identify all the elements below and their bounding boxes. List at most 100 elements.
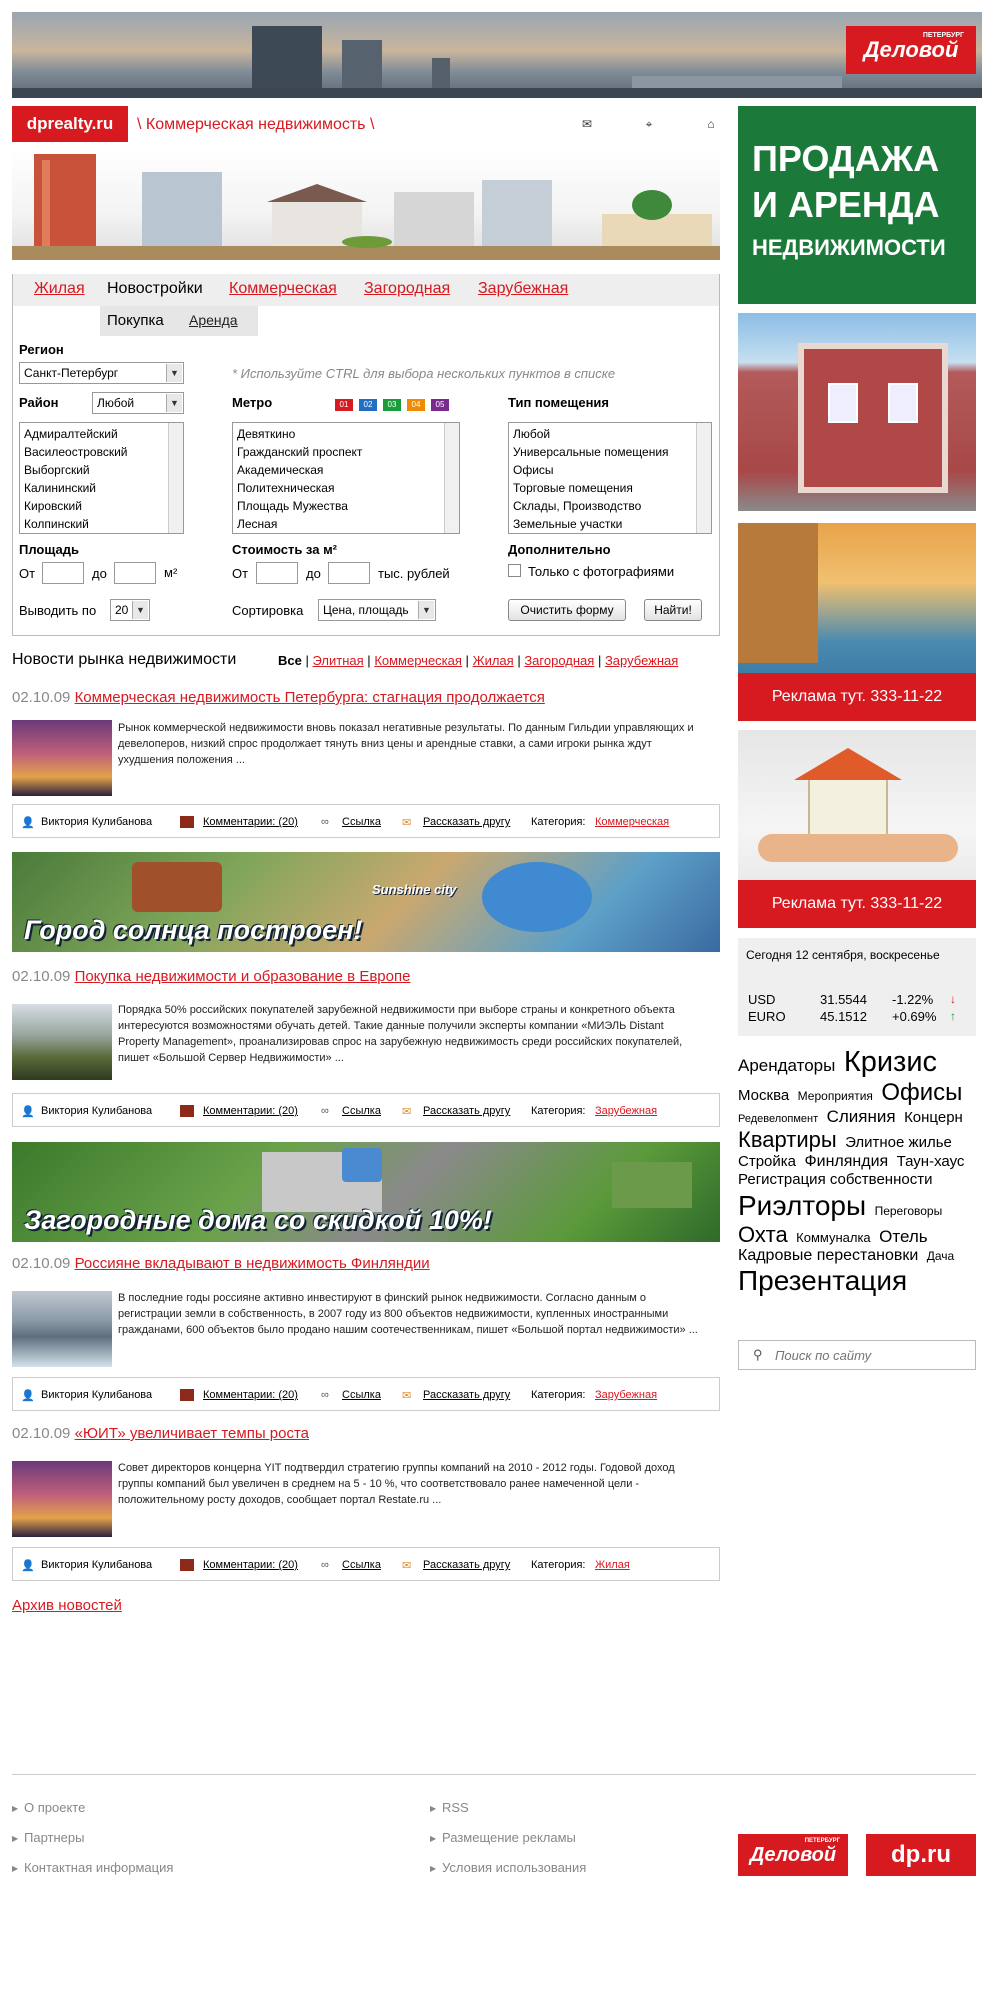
metro-line-1[interactable]: 01 xyxy=(335,399,353,411)
tab-new-buildings[interactable]: Новостройки xyxy=(107,280,203,298)
district-list[interactable]: Адмиралтейский Василеостровский Выборгск… xyxy=(19,422,184,534)
footer-logo-delovoy[interactable]: Деловой ПЕТЕРБУРГ xyxy=(738,1834,848,1876)
tag-link[interactable]: Арендаторы xyxy=(738,1056,835,1075)
sidebar-ad-house-photo[interactable] xyxy=(738,313,976,511)
list-item[interactable]: Любой xyxy=(513,425,707,443)
share-link[interactable]: Рассказать другу xyxy=(423,816,510,828)
tag-link[interactable]: Слияния xyxy=(827,1107,896,1126)
metro-line-3[interactable]: 03 xyxy=(383,399,401,411)
list-item[interactable]: Площадь Мужества xyxy=(237,497,455,515)
list-item[interactable]: Выборгский xyxy=(24,461,179,479)
filter-all[interactable]: Все xyxy=(278,653,302,668)
permalink[interactable]: Ссылка xyxy=(342,1105,381,1117)
tab-foreign[interactable]: Зарубежная xyxy=(478,280,568,298)
list-item[interactable]: Склады, Производство xyxy=(513,497,707,515)
sidebar-ad-pool[interactable]: Реклама тут. 333-11-22 xyxy=(738,523,976,721)
metro-line-5[interactable]: 05 xyxy=(431,399,449,411)
list-item[interactable]: Земельные участки xyxy=(513,515,707,533)
tag-link[interactable]: Регистрация собственности xyxy=(738,1171,932,1188)
list-scrollbar[interactable] xyxy=(444,423,459,533)
share-link[interactable]: Рассказать другу xyxy=(423,1389,510,1401)
delovoy-logo[interactable]: Деловой ПЕТЕРБУРГ xyxy=(846,26,976,74)
list-scrollbar[interactable] xyxy=(168,423,183,533)
sidebar-ad-hand-house[interactable]: Реклама тут. 333-11-22 xyxy=(738,730,976,928)
tag-link[interactable]: Редевелопмент xyxy=(738,1113,818,1125)
mail-icon[interactable]: ✉ xyxy=(580,118,594,130)
list-item[interactable]: Торговые помещения xyxy=(513,479,707,497)
promo-banner[interactable]: Загородные дома со скидкой 10%! xyxy=(12,1142,720,1242)
tag-link[interactable]: Презентация xyxy=(738,1265,907,1296)
area-from-input[interactable] xyxy=(42,562,84,584)
tag-link[interactable]: Переговоры xyxy=(875,1204,943,1218)
promo-banner[interactable]: Sunshine city Город солнца построен! xyxy=(12,852,720,952)
news-thumbnail[interactable] xyxy=(12,1004,112,1080)
metro-list[interactable]: Девяткино Гражданский проспект Академиче… xyxy=(232,422,460,534)
tag-link[interactable]: Офисы xyxy=(881,1079,962,1106)
site-logo[interactable]: dprealty.ru xyxy=(12,106,128,142)
comments-link[interactable]: Комментарии: (20) xyxy=(203,1559,298,1571)
list-item[interactable]: Калининский xyxy=(24,479,179,497)
tag-link[interactable]: Элитное жилье xyxy=(845,1134,952,1151)
tag-link[interactable]: Стройка xyxy=(738,1153,796,1170)
site-search[interactable]: ⚲ xyxy=(738,1340,976,1370)
permalink[interactable]: Ссылка xyxy=(342,1559,381,1571)
list-item[interactable]: Гражданский проспект xyxy=(237,443,455,461)
tab-country[interactable]: Загородная xyxy=(364,280,450,298)
share-link[interactable]: Рассказать другу xyxy=(423,1559,510,1571)
tag-link[interactable]: Мероприятия xyxy=(798,1089,873,1103)
subtab-purchase[interactable]: Покупка xyxy=(107,312,164,329)
metro-line-4[interactable]: 04 xyxy=(407,399,425,411)
footer-link-contacts[interactable]: Контактная информация xyxy=(24,1860,173,1875)
filter-elite[interactable]: Элитная xyxy=(313,653,364,668)
tag-link[interactable]: Концерн xyxy=(904,1109,963,1126)
tag-link[interactable]: Дача xyxy=(927,1249,954,1263)
per-page-select[interactable]: 20 ▼ xyxy=(110,599,150,621)
tag-link[interactable]: Москва xyxy=(738,1087,789,1104)
news-title[interactable]: «ЮИТ» увеличивает темпы роста xyxy=(75,1425,309,1442)
footer-link-rss[interactable]: RSS xyxy=(442,1800,469,1815)
tab-commercial[interactable]: Коммерческая xyxy=(229,280,337,298)
sitemap-icon[interactable]: ⌖ xyxy=(642,118,656,130)
news-title[interactable]: Коммерческая недвижимость Петербурга: ст… xyxy=(75,689,545,706)
list-item[interactable]: Василеостровский xyxy=(24,443,179,461)
tag-link[interactable]: Коммуналка xyxy=(796,1230,871,1245)
footer-link-advertising[interactable]: Размещение рекламы xyxy=(442,1830,576,1845)
list-item[interactable]: Офисы xyxy=(513,461,707,479)
permalink[interactable]: Ссылка xyxy=(342,816,381,828)
comments-link[interactable]: Комментарии: (20) xyxy=(203,1105,298,1117)
tag-link[interactable]: Охта xyxy=(738,1222,788,1247)
news-thumbnail[interactable] xyxy=(12,720,112,796)
tag-link[interactable]: Финляндия xyxy=(804,1153,888,1170)
list-item[interactable]: Кировский xyxy=(24,497,179,515)
list-item[interactable]: Универсальные помещения xyxy=(513,443,707,461)
news-title[interactable]: Покупка недвижимости и образование в Евр… xyxy=(75,968,411,985)
region-select[interactable]: Санкт-Петербург ▼ xyxy=(19,362,184,384)
tag-link[interactable]: Кризис xyxy=(844,1046,937,1078)
type-list[interactable]: Любой Универсальные помещения Офисы Торг… xyxy=(508,422,712,534)
category-link[interactable]: Зарубежная xyxy=(595,1389,657,1401)
list-scrollbar[interactable] xyxy=(696,423,711,533)
search-button[interactable]: Найти! xyxy=(644,599,702,621)
filter-residential[interactable]: Жилая xyxy=(473,653,514,668)
share-link[interactable]: Рассказать другу xyxy=(423,1105,510,1117)
search-input[interactable] xyxy=(775,1345,965,1365)
list-item[interactable]: Девяткино xyxy=(237,425,455,443)
footer-link-terms[interactable]: Условия использования xyxy=(442,1860,586,1875)
permalink[interactable]: Ссылка xyxy=(342,1389,381,1401)
filter-foreign[interactable]: Зарубежная xyxy=(605,653,678,668)
sort-select[interactable]: Цена, площадь ▼ xyxy=(318,599,436,621)
list-item[interactable]: Академическая xyxy=(237,461,455,479)
list-item[interactable]: Колпинский xyxy=(24,515,179,533)
footer-link-partners[interactable]: Партнеры xyxy=(24,1830,84,1845)
news-thumbnail[interactable] xyxy=(12,1461,112,1537)
footer-link-about[interactable]: О проекте xyxy=(24,1800,85,1815)
category-link[interactable]: Зарубежная xyxy=(595,1105,657,1117)
tag-link[interactable]: Риэлторы xyxy=(738,1190,866,1221)
tag-link[interactable]: Квартиры xyxy=(738,1127,837,1152)
photos-checkbox[interactable] xyxy=(508,564,521,577)
news-archive-link[interactable]: Архив новостей xyxy=(12,1597,122,1614)
comments-link[interactable]: Комментарии: (20) xyxy=(203,816,298,828)
price-from-input[interactable] xyxy=(256,562,298,584)
comments-link[interactable]: Комментарии: (20) xyxy=(203,1389,298,1401)
category-link[interactable]: Коммерческая xyxy=(595,816,669,828)
